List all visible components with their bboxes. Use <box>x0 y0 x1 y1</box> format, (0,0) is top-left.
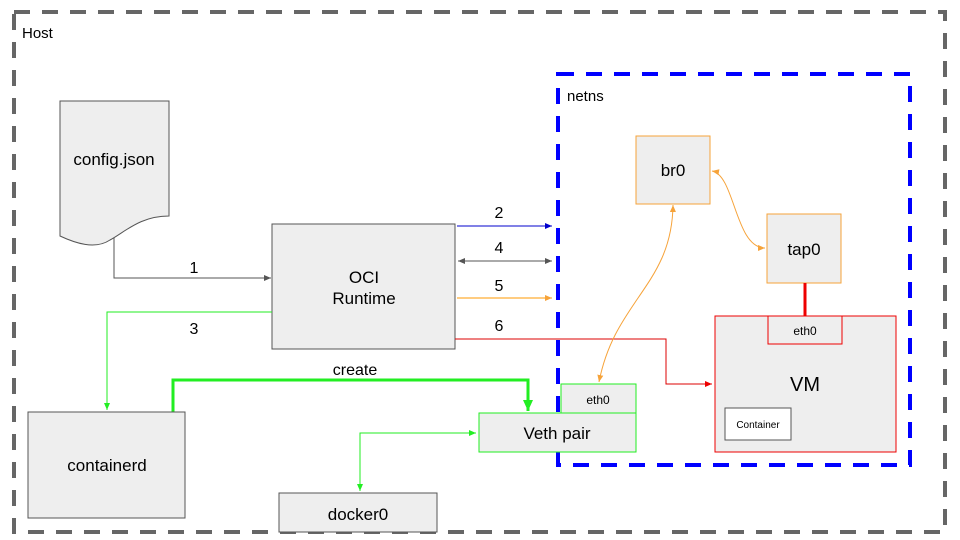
edge-4-label: 4 <box>495 240 504 257</box>
veth-eth0-label: eth0 <box>586 393 610 407</box>
edge-br0-veth-eth0 <box>597 204 676 383</box>
config-json-node[interactable]: config.json <box>59 100 170 246</box>
br0-label: br0 <box>661 161 686 180</box>
veth-pair-label: Veth pair <box>523 424 590 443</box>
edge-1-label: 1 <box>190 260 199 277</box>
containerd-label: containerd <box>67 456 146 475</box>
containerd-node[interactable]: containerd <box>27 411 186 519</box>
oci-runtime-node[interactable]: OCI Runtime <box>271 223 456 350</box>
edge-2-label: 2 <box>495 205 504 222</box>
edge-6-label: 6 <box>495 318 504 335</box>
vm-label: VM <box>790 374 820 396</box>
edge-br0-tap0 <box>711 169 766 251</box>
config-json-label: config.json <box>73 150 154 169</box>
edge-5-label: 5 <box>495 278 504 295</box>
host-label: Host <box>22 25 54 42</box>
vm-container-label: Container <box>736 420 780 431</box>
oci-runtime-label-line1: OCI <box>349 268 379 287</box>
edge-create <box>171 378 533 412</box>
vm-eth0-label: eth0 <box>793 324 817 338</box>
edge-docker0-veth <box>357 430 476 491</box>
tap0-node[interactable]: tap0 <box>766 213 842 284</box>
vm-container-node[interactable]: Container <box>724 407 792 441</box>
oci-runtime-label-line2: Runtime <box>332 289 395 308</box>
veth-pair-node[interactable]: eth0 Veth pair <box>478 383 637 453</box>
edge-6 <box>455 338 712 387</box>
docker0-node[interactable]: docker0 <box>278 492 438 533</box>
edge-3-label: 3 <box>190 321 199 338</box>
netns-label: netns <box>567 88 604 105</box>
tap0-label: tap0 <box>787 240 820 259</box>
diagram-canvas: Host netns config.json 1 OCI Runtime 2 4… <box>12 10 947 534</box>
br0-node[interactable]: br0 <box>635 135 711 205</box>
vm-node[interactable]: eth0 VM Container <box>714 315 897 453</box>
edge-create-label: create <box>333 362 378 379</box>
docker0-label: docker0 <box>328 505 388 524</box>
